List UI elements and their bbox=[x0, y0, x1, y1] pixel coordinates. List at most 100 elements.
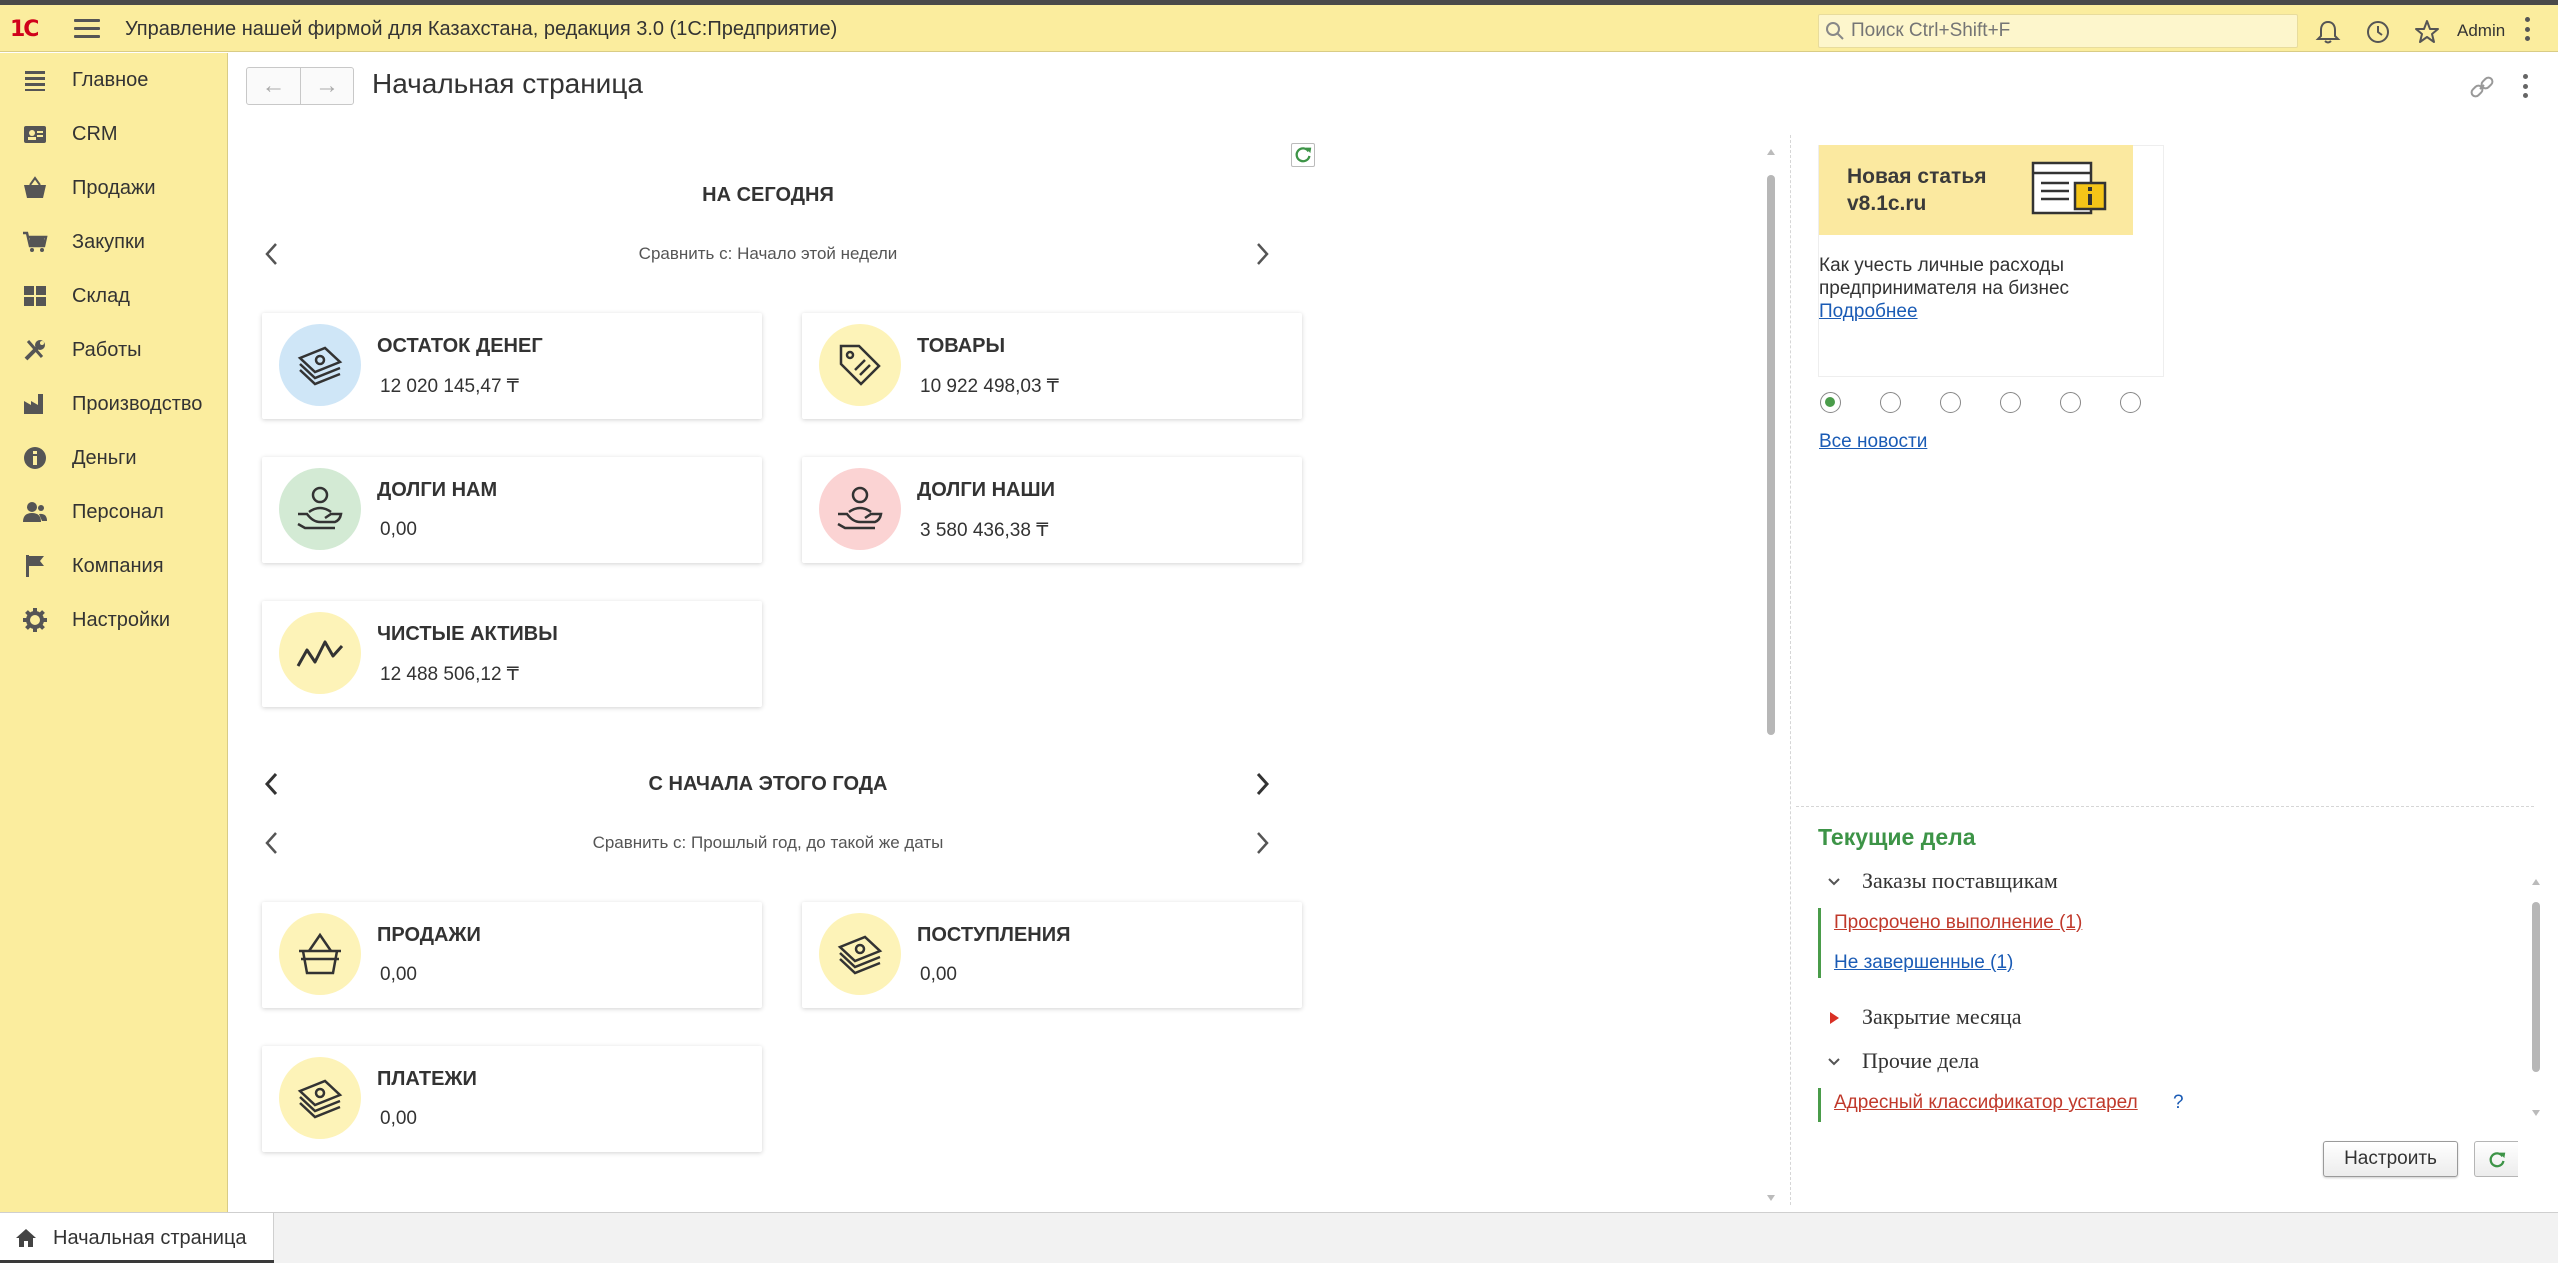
link-icon[interactable] bbox=[2468, 73, 2496, 101]
task-link-address-classifier[interactable]: Адресный классификатор устарел bbox=[1834, 1092, 2138, 1114]
chevron-down-icon[interactable] bbox=[1826, 1054, 1842, 1070]
tab-label: Начальная страница bbox=[53, 1227, 247, 1249]
trend-line-icon bbox=[296, 640, 344, 667]
more-menu-icon[interactable] bbox=[2525, 17, 2531, 41]
sidebar-item-purchases[interactable]: Закупки bbox=[0, 215, 228, 269]
card-receipts[interactable]: ПОСТУПЛЕНИЯ 0,00 bbox=[802, 902, 1302, 1008]
chevron-right-icon[interactable] bbox=[1252, 241, 1272, 267]
news-page-radio-2[interactable] bbox=[1880, 392, 1901, 413]
card-payments[interactable]: ПЛАТЕЖИ 0,00 bbox=[262, 1046, 762, 1152]
tab-home-page[interactable]: Начальная страница bbox=[0, 1212, 274, 1263]
scrollbar-thumb[interactable] bbox=[2532, 902, 2540, 1072]
task-group-supplier-orders[interactable]: Заказы поставщикам bbox=[1862, 868, 2058, 894]
user-name[interactable]: Admin bbox=[2457, 21, 2505, 41]
favorites-star-icon[interactable] bbox=[2414, 19, 2440, 45]
chevron-right-icon[interactable] bbox=[1252, 771, 1272, 797]
tasks-scrollbar[interactable] bbox=[2529, 875, 2543, 1120]
home-icon bbox=[16, 1229, 36, 1247]
sidebar-item-production[interactable]: Производство bbox=[0, 377, 228, 431]
scroll-up-icon[interactable] bbox=[2532, 879, 2540, 885]
task-link-overdue[interactable]: Просрочено выполнение (1) bbox=[1834, 912, 2082, 934]
menu-lines-icon bbox=[25, 71, 45, 91]
card-icon-circle bbox=[279, 1057, 361, 1139]
sidebar-item-label: Работы bbox=[72, 338, 142, 361]
task-link-incomplete[interactable]: Не завершенные (1) bbox=[1834, 952, 2013, 974]
sidebar-item-warehouse[interactable]: Склад bbox=[0, 269, 228, 323]
chevron-left-icon[interactable] bbox=[262, 830, 282, 856]
scrollbar-thumb[interactable] bbox=[1767, 175, 1775, 735]
chevron-down-icon[interactable] bbox=[1826, 874, 1842, 890]
chevron-left-icon[interactable] bbox=[262, 241, 282, 267]
bell-icon[interactable] bbox=[2315, 19, 2341, 45]
news-page-radio-6[interactable] bbox=[2120, 392, 2141, 413]
logo-1c: 1С bbox=[10, 17, 39, 42]
flag-icon bbox=[26, 555, 44, 577]
sidebar-item-personnel[interactable]: Персонал bbox=[0, 485, 228, 539]
card-icon-circle bbox=[819, 468, 901, 550]
main-menu-icon[interactable] bbox=[74, 19, 100, 39]
article-info-icon bbox=[2031, 161, 2107, 215]
open-windows-bar bbox=[0, 1212, 2558, 1263]
sidebar-item-label: Деньги bbox=[72, 446, 137, 469]
sidebar-item-works[interactable]: Работы bbox=[0, 323, 228, 377]
help-question-icon[interactable]: ? bbox=[2173, 1092, 2184, 1114]
sidebar-item-sales[interactable]: Продажи bbox=[0, 161, 228, 215]
global-search[interactable] bbox=[1818, 14, 2298, 48]
compare-year[interactable]: Сравнить с: Прошлый год, до такой же дат… bbox=[468, 833, 1068, 853]
scroll-down-icon[interactable] bbox=[1767, 1195, 1775, 1201]
gear-icon bbox=[23, 608, 47, 632]
history-nav: ← → bbox=[246, 67, 354, 105]
card-net-assets[interactable]: ЧИСТЫЕ АКТИВЫ 12 488 506,12 ₸ bbox=[262, 601, 762, 707]
money-stack-icon bbox=[297, 1079, 343, 1119]
content-scrollbar[interactable] bbox=[1764, 145, 1778, 1205]
search-input[interactable] bbox=[1845, 20, 2285, 42]
news-banner[interactable]: Новая статья v8.1c.ru bbox=[1819, 145, 2133, 235]
forward-arrow-icon[interactable]: → bbox=[299, 68, 353, 104]
sidebar-item-settings[interactable]: Настройки bbox=[0, 593, 228, 647]
tools-icon bbox=[24, 340, 45, 361]
card-payables[interactable]: ДОЛГИ НАШИ 3 580 436,38 ₸ bbox=[802, 457, 1302, 563]
card-title: ПЛАТЕЖИ bbox=[377, 1068, 477, 1090]
task-group-bar bbox=[1818, 1088, 1821, 1122]
news-page-radio-4[interactable] bbox=[2000, 392, 2021, 413]
scroll-down-icon[interactable] bbox=[2532, 1110, 2540, 1116]
all-news-link[interactable]: Все новости bbox=[1819, 431, 1927, 453]
card-icon-circle bbox=[819, 324, 901, 406]
tasks-refresh-button[interactable] bbox=[2474, 1141, 2518, 1177]
chevron-right-icon[interactable] bbox=[1252, 830, 1272, 856]
sidebar-item-crm[interactable]: CRM bbox=[0, 107, 228, 161]
triangle-right-icon[interactable] bbox=[1826, 1010, 1842, 1026]
refresh-icon[interactable] bbox=[1291, 143, 1315, 167]
news-page-radio-1[interactable] bbox=[1820, 392, 1841, 413]
news-text: Как учесть личные расходы предпринимател… bbox=[1819, 255, 2070, 299]
task-group-other[interactable]: Прочие дела bbox=[1862, 1048, 1979, 1074]
news-more-link[interactable]: Подробнее bbox=[1819, 301, 1918, 323]
back-arrow-icon[interactable]: ← bbox=[247, 68, 300, 104]
compare-today[interactable]: Сравнить с: Начало этой недели bbox=[468, 244, 1068, 264]
card-cash-balance[interactable]: ОСТАТОК ДЕНЕГ 12 020 145,47 ₸ bbox=[262, 313, 762, 419]
cart-icon bbox=[23, 231, 48, 252]
page-more-icon[interactable] bbox=[2523, 74, 2529, 98]
news-page-radio-3[interactable] bbox=[1940, 392, 1961, 413]
sidebar-item-main[interactable]: Главное bbox=[0, 53, 228, 107]
history-icon[interactable] bbox=[2365, 19, 2391, 45]
search-icon bbox=[1826, 22, 1844, 40]
card-goods[interactable]: ТОВАРЫ 10 922 498,03 ₸ bbox=[802, 313, 1302, 419]
card-icon-circle bbox=[819, 913, 901, 995]
card-value: 12 020 145,47 ₸ bbox=[380, 376, 519, 397]
card-title: ДОЛГИ НАМ bbox=[377, 479, 498, 501]
card-value: 3 580 436,38 ₸ bbox=[920, 520, 1049, 541]
chevron-left-icon[interactable] bbox=[262, 771, 282, 797]
news-page-radio-5[interactable] bbox=[2060, 392, 2081, 413]
task-group-month-close[interactable]: Закрытие месяца bbox=[1862, 1004, 2022, 1030]
sidebar-item-money[interactable]: Деньги bbox=[0, 431, 228, 485]
card-sales[interactable]: ПРОДАЖИ 0,00 bbox=[262, 902, 762, 1008]
card-receivables[interactable]: ДОЛГИ НАМ 0,00 bbox=[262, 457, 762, 563]
card-icon-circle bbox=[279, 913, 361, 995]
sidebar-item-label: Главное bbox=[72, 68, 149, 91]
card-title: ОСТАТОК ДЕНЕГ bbox=[377, 335, 543, 357]
sidebar-item-company[interactable]: Компания bbox=[0, 539, 228, 593]
scroll-up-icon[interactable] bbox=[1767, 149, 1775, 155]
setup-button[interactable]: Настроить bbox=[2323, 1141, 2458, 1177]
sidebar: Главное CRM Продажи Закупки Склад Работы… bbox=[0, 53, 228, 1212]
